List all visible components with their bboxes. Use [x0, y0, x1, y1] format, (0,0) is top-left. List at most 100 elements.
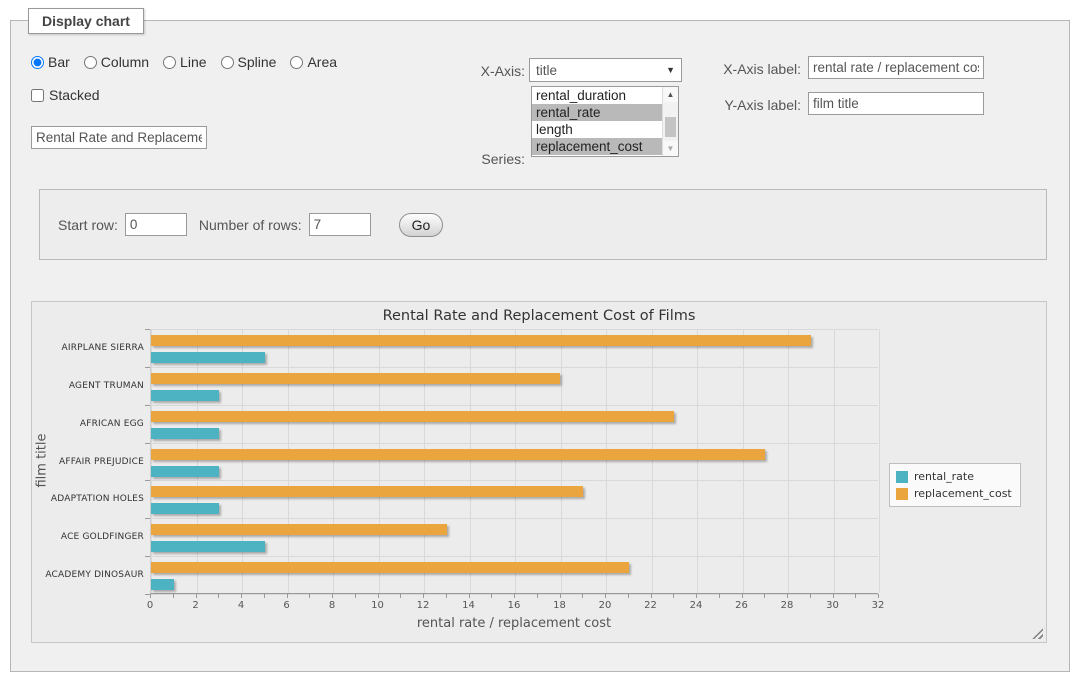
- x-axis-tick: [810, 594, 811, 598]
- x-axis-select[interactable]: title ▼: [529, 58, 682, 82]
- bar-rental_rate-0[interactable]: [151, 352, 265, 363]
- x-axis-title: rental rate / replacement cost: [150, 616, 878, 631]
- x-axis-tick: [309, 594, 310, 598]
- bar-replacement_cost-2[interactable]: [151, 411, 674, 422]
- bar-replacement_cost-4[interactable]: [151, 486, 583, 497]
- chart-type-radio-label: Bar: [48, 54, 70, 70]
- y-axis-tick: [145, 329, 150, 330]
- x-tick-label: 14: [454, 600, 484, 611]
- bar-replacement_cost-3[interactable]: [151, 449, 765, 460]
- gridline-v: [652, 329, 653, 593]
- x-axis-tick: [878, 594, 879, 598]
- chart-title-input[interactable]: [31, 126, 207, 149]
- scrollbar-thumb[interactable]: [665, 117, 676, 137]
- bar-rental_rate-2[interactable]: [151, 428, 219, 439]
- chart-type-radio-spline[interactable]: [221, 56, 234, 69]
- x-axis-tick: [218, 594, 219, 598]
- bar-rental_rate-1[interactable]: [151, 390, 219, 401]
- gridline-h: [151, 518, 878, 519]
- category-label: AFFAIR PREJUDICE: [34, 457, 144, 467]
- gridline-h: [151, 480, 878, 481]
- gridline-v: [606, 329, 607, 593]
- stacked-checkbox-row[interactable]: Stacked: [31, 87, 100, 103]
- y-axis-tick: [145, 518, 150, 519]
- gridline-h: [151, 367, 878, 368]
- x-axis-tick: [742, 594, 743, 598]
- gridline-v: [743, 329, 744, 593]
- gridline-v: [424, 329, 425, 593]
- x-axis-label-input[interactable]: [808, 56, 984, 79]
- scroll-down-icon[interactable]: ▼: [663, 141, 678, 156]
- chart-type-radio-bar[interactable]: [31, 56, 44, 69]
- stacked-checkbox[interactable]: [31, 89, 44, 102]
- resize-handle-icon[interactable]: [1032, 628, 1043, 639]
- series-scrollbar[interactable]: ▲ ▼: [662, 87, 678, 156]
- gridline-h: [151, 329, 878, 330]
- num-rows-label: Number of rows:: [199, 217, 302, 233]
- legend-swatch-icon: [896, 471, 908, 483]
- legend-item-rental_rate[interactable]: rental_rate: [894, 468, 1014, 485]
- num-rows-input[interactable]: [309, 213, 371, 236]
- x-axis-tick: [287, 594, 288, 598]
- series-option-length[interactable]: length: [532, 121, 662, 138]
- series-option-replacement_cost[interactable]: replacement_cost: [532, 138, 662, 155]
- category-label: ACADEMY DINOSAUR: [34, 570, 144, 580]
- row-range-box: Start row: Number of rows: Go: [39, 189, 1047, 260]
- chart-type-option-spline[interactable]: Spline: [221, 54, 277, 70]
- x-axis-tick: [628, 594, 629, 598]
- x-axis-tick: [719, 594, 720, 598]
- x-axis-tick: [787, 594, 788, 598]
- plot-area: [150, 329, 878, 594]
- gridline-h: [151, 556, 878, 557]
- chart-type-radio-column[interactable]: [84, 56, 97, 69]
- go-button[interactable]: Go: [399, 213, 444, 237]
- x-axis-tick: [855, 594, 856, 598]
- x-tick-label: 0: [135, 600, 165, 611]
- panel-title: Display chart: [28, 8, 144, 34]
- series-option-rental_rate[interactable]: rental_rate: [532, 104, 662, 121]
- bar-rental_rate-3[interactable]: [151, 466, 219, 477]
- chart-type-option-line[interactable]: Line: [163, 54, 206, 70]
- x-axis-tick: [196, 594, 197, 598]
- y-axis-tick: [145, 367, 150, 368]
- legend-label: rental_rate: [914, 470, 974, 483]
- gridline-v: [834, 329, 835, 593]
- series-option-rental_duration[interactable]: rental_duration: [532, 87, 662, 104]
- x-tick-label: 26: [727, 600, 757, 611]
- start-row-input[interactable]: [125, 213, 187, 236]
- bar-rental_rate-6[interactable]: [151, 579, 174, 590]
- gridline-v: [697, 329, 698, 593]
- x-tick-label: 24: [681, 600, 711, 611]
- gridline-v: [879, 329, 880, 593]
- bar-replacement_cost-6[interactable]: [151, 562, 629, 573]
- chart-type-radio-group: Bar Column Line Spline Area: [31, 54, 337, 70]
- legend-item-replacement_cost[interactable]: replacement_cost: [894, 485, 1014, 502]
- chart-type-option-bar[interactable]: Bar: [31, 54, 70, 70]
- series-select-label: Series:: [451, 151, 525, 167]
- display-chart-panel: Display chart BarColumnLineSplineArea St…: [10, 20, 1070, 672]
- x-axis-tick: [446, 594, 447, 598]
- x-axis-label-label: X-Axis label:: [717, 61, 801, 77]
- gridline-v: [470, 329, 471, 593]
- chart-builder-app: Display chart Bar Column Line Spline Area St…: [0, 0, 1081, 681]
- bar-rental_rate-4[interactable]: [151, 503, 219, 514]
- bar-replacement_cost-0[interactable]: [151, 335, 811, 346]
- x-axis-tick: [833, 594, 834, 598]
- series-listbox[interactable]: rental_durationrental_ratelengthreplacem…: [531, 86, 679, 157]
- chart-type-radio-area[interactable]: [290, 56, 303, 69]
- category-label: AGENT TRUMAN: [34, 381, 144, 391]
- scroll-up-icon[interactable]: ▲: [663, 87, 678, 102]
- bar-replacement_cost-5[interactable]: [151, 524, 447, 535]
- stacked-label: Stacked: [49, 87, 100, 103]
- gridline-v: [151, 329, 152, 593]
- x-tick-label: 18: [545, 600, 575, 611]
- chart-type-radio-label: Column: [101, 54, 149, 70]
- y-axis-label-input[interactable]: [808, 92, 984, 115]
- chart-type-option-area[interactable]: Area: [290, 54, 337, 70]
- bar-replacement_cost-1[interactable]: [151, 373, 560, 384]
- chart-type-radio-line[interactable]: [163, 56, 176, 69]
- gridline-h: [151, 443, 878, 444]
- chart-type-option-column[interactable]: Column: [84, 54, 149, 70]
- x-axis-tick: [560, 594, 561, 598]
- bar-rental_rate-5[interactable]: [151, 541, 265, 552]
